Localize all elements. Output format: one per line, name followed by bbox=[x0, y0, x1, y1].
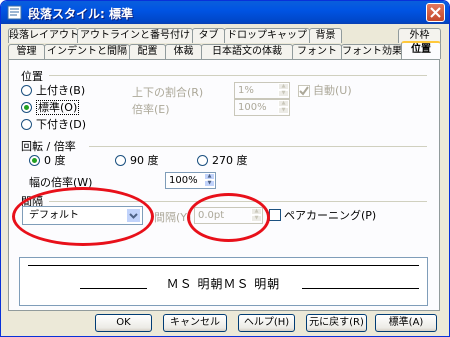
spin-up-icon: ▲ bbox=[278, 100, 289, 107]
preview-baseline-left bbox=[80, 288, 147, 289]
normal-radio[interactable]: 標準(O) bbox=[21, 100, 80, 115]
tab-position[interactable]: 位置 bbox=[401, 41, 441, 59]
rotate-0-radio[interactable]: 0 度 bbox=[29, 154, 66, 168]
radio-circle bbox=[115, 155, 126, 166]
auto-checkbox[interactable]: 自動(U) bbox=[298, 84, 352, 98]
tab-outline-numbering[interactable]: アウトラインと番号付け bbox=[77, 28, 193, 43]
superscript-radio[interactable]: 上付き(B) bbox=[21, 84, 85, 98]
preview-text: ＭＳ 明朝ＭＳ 明朝 bbox=[166, 277, 281, 291]
scale-spinner[interactable]: 100% ▲ ▼ bbox=[234, 99, 290, 116]
tab-font[interactable]: フォント bbox=[292, 44, 342, 59]
scale-label: 倍率(E) bbox=[132, 103, 170, 116]
spin-down-icon: ▼ bbox=[278, 107, 289, 114]
spin-down-icon: ▼ bbox=[204, 180, 215, 187]
cancel-button[interactable]: キャンセル bbox=[163, 314, 227, 332]
close-icon bbox=[430, 7, 441, 18]
rotate-90-radio[interactable]: 90 度 bbox=[115, 154, 159, 168]
radio-circle-selected bbox=[29, 155, 40, 166]
tab-tabs[interactable]: タブ bbox=[192, 28, 225, 43]
section-divider bbox=[49, 75, 427, 76]
tab-alignment[interactable]: 配置 bbox=[129, 44, 166, 59]
app-icon bbox=[7, 5, 22, 20]
window-title: 段落スタイル: 標準 bbox=[28, 7, 133, 21]
tab-organizer[interactable]: 管理 bbox=[8, 44, 45, 59]
position-section-title: 位置 bbox=[21, 70, 43, 83]
pair-kerning-checkbox[interactable]: ペアカーニング(P) bbox=[269, 209, 376, 223]
spacing-by-label: 間隔(Y) bbox=[154, 211, 192, 224]
rotation-section-title: 回転 / 倍率 bbox=[21, 140, 76, 153]
tab-asian-typography[interactable]: 日本語文の体裁 bbox=[201, 44, 293, 59]
tab-font-effects[interactable]: フォント効果 bbox=[341, 44, 402, 59]
paragraph-style-dialog: 段落スタイル: 標準 段落レイアウト アウトラインと番号付け タブ ドロップキャ… bbox=[0, 0, 450, 337]
preview-baseline-right bbox=[302, 288, 419, 289]
raise-lower-label: 上下の割合(R) bbox=[132, 86, 204, 99]
spin-up-icon: ▲ bbox=[278, 83, 289, 90]
tab-drop-caps[interactable]: ドロップキャップ bbox=[224, 28, 310, 43]
tab-background[interactable]: 背景 bbox=[309, 28, 342, 43]
rotate-270-radio[interactable]: 270 度 bbox=[197, 154, 248, 168]
spin-arrows[interactable]: ▲ ▼ bbox=[278, 83, 289, 98]
spin-down-icon: ▼ bbox=[278, 90, 289, 97]
tab-paragraph-layout[interactable]: 段落レイアウト bbox=[8, 28, 78, 43]
tab-text-flow[interactable]: 体裁 bbox=[165, 44, 202, 59]
spin-up-icon: ▲ bbox=[204, 173, 215, 180]
highlight-ellipse-spacing-by bbox=[187, 193, 270, 242]
raise-lower-spinner[interactable]: 1% ▲ ▼ bbox=[234, 82, 290, 99]
radio-circle bbox=[21, 85, 32, 96]
spin-arrows[interactable]: ▲ ▼ bbox=[204, 173, 215, 188]
standard-button[interactable]: 標準(A) bbox=[375, 314, 437, 332]
subscript-radio[interactable]: 下付き(D) bbox=[21, 118, 86, 132]
close-button[interactable] bbox=[426, 3, 445, 22]
width-scale-spinner[interactable]: 100% ▲ ▼ bbox=[165, 172, 216, 189]
reset-button[interactable]: 元に戻す(R) bbox=[306, 314, 367, 332]
section-divider bbox=[89, 146, 427, 147]
radio-circle-selected bbox=[21, 102, 32, 113]
tab-indents-spacing[interactable]: インデントと間隔 bbox=[44, 44, 130, 59]
spin-arrows[interactable]: ▲ ▼ bbox=[278, 100, 289, 115]
help-button[interactable]: ヘルプ(H) bbox=[238, 314, 295, 332]
highlight-ellipse-spacing-select bbox=[12, 187, 154, 246]
checkbox-box bbox=[269, 209, 281, 221]
radio-circle bbox=[197, 155, 208, 166]
ok-button[interactable]: OK bbox=[95, 314, 152, 332]
checkbox-box bbox=[298, 85, 310, 97]
position-tab-panel: 位置 上付き(B) 標準(O) 下付き(D) 上下の割合(R) 1% ▲ ▼ 自動… bbox=[8, 59, 440, 311]
preview-box: ＭＳ 明朝ＭＳ 明朝 bbox=[19, 257, 428, 306]
checkmark-icon bbox=[299, 86, 309, 96]
preview-line bbox=[28, 265, 419, 266]
radio-circle bbox=[21, 119, 32, 130]
title-bar: 段落スタイル: 標準 bbox=[1, 1, 449, 24]
